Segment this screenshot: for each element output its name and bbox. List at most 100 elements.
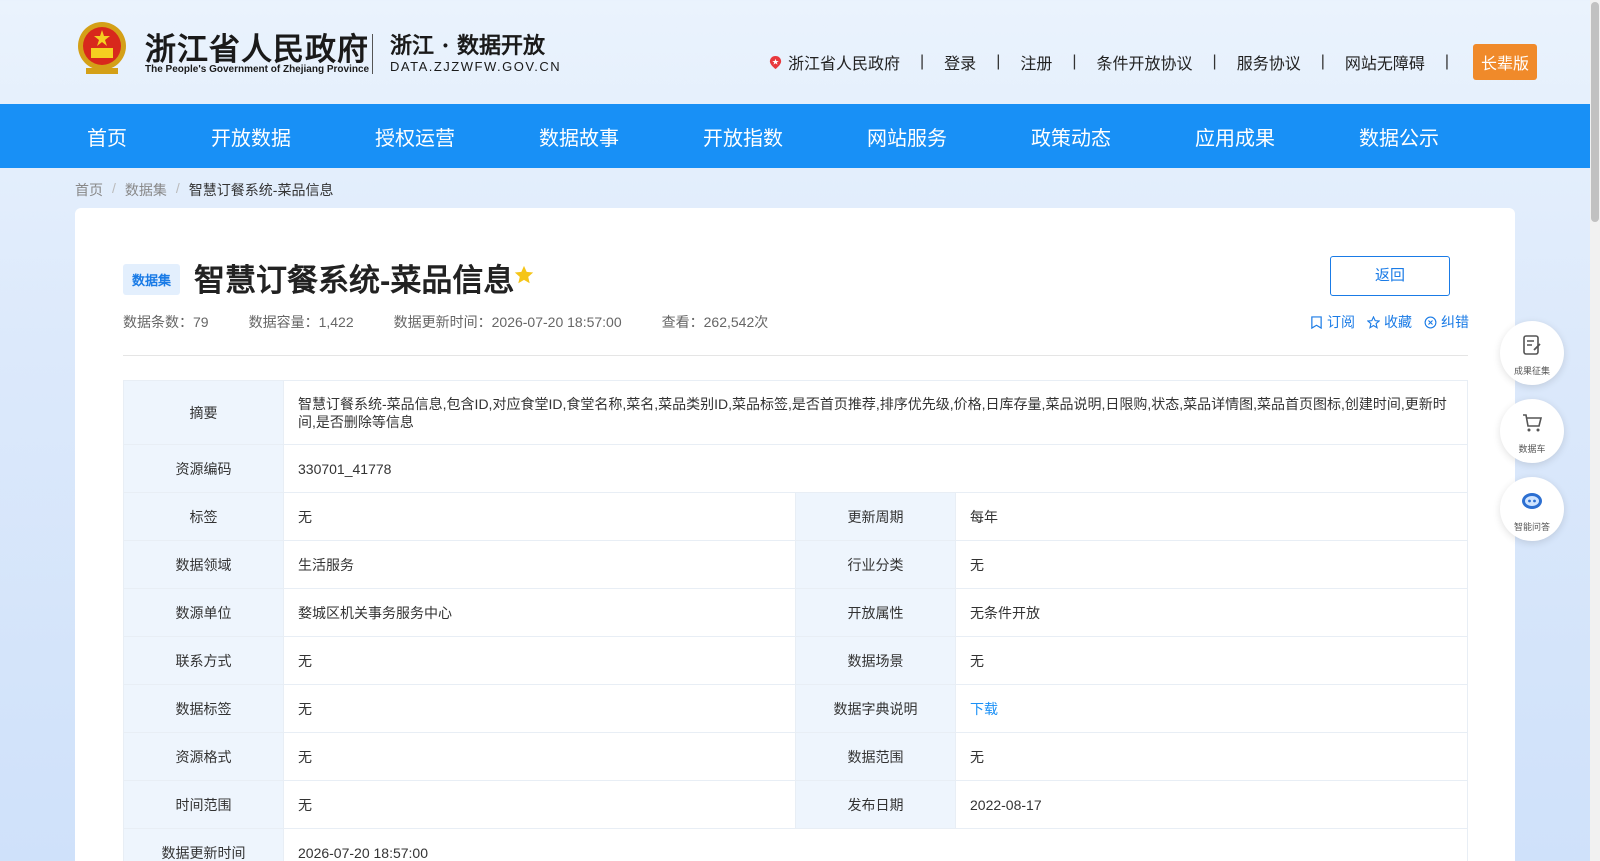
link-separator: |: [1212, 53, 1217, 70]
data-cart-button[interactable]: 数据车: [1500, 399, 1564, 463]
nav-open-index[interactable]: 开放指数: [703, 122, 783, 151]
summary-value: 智慧订餐系统-菜品信息,包含ID,对应食堂ID,食堂名称,菜名,菜品类别ID,菜…: [283, 380, 1468, 445]
results-collection-button[interactable]: 成果征集: [1500, 321, 1564, 385]
nav-app-results[interactable]: 应用成果: [1195, 122, 1275, 151]
meta-views: 查看：262,542次: [661, 314, 769, 330]
cell-label: 联系方式: [123, 636, 284, 685]
dataset-info-table: 摘要 智慧订餐系统-菜品信息,包含ID,对应食堂ID,食堂名称,菜名,菜品类别I…: [123, 380, 1468, 861]
table-row: 数据领域 生活服务 行业分类 无: [123, 540, 1468, 589]
correct-icon: [1424, 316, 1437, 328]
favorite-star-icon: [1367, 315, 1380, 329]
page-title: 智慧订餐系统-菜品信息: [194, 263, 515, 298]
nav-authorized-operation[interactable]: 授权运营: [375, 122, 455, 151]
subscribe-button[interactable]: 订阅: [1310, 312, 1355, 332]
dictionary-download-link[interactable]: 下载: [970, 701, 998, 717]
table-row: 资源编码 330701_41778: [123, 444, 1468, 493]
cell-value: 无: [955, 540, 1468, 589]
breadcrumb: 首页 / 数据集 / 智慧订餐系统-菜品信息: [75, 180, 333, 200]
link-gov[interactable]: 浙江省人民政府: [788, 50, 900, 74]
nav-open-data[interactable]: 开放数据: [211, 122, 291, 151]
link-conditional-agreement[interactable]: 条件开放协议: [1097, 50, 1193, 74]
cell-value: 生活服务: [283, 540, 796, 589]
table-row: 数源单位 婺城区机关事务服务中心 开放属性 无条件开放: [123, 588, 1468, 637]
nav-data-stories[interactable]: 数据故事: [539, 122, 619, 151]
dictionary-cell: 下载: [955, 684, 1468, 733]
resource-code-value: 330701_41778: [283, 444, 1468, 493]
cell-value: 无: [955, 732, 1468, 781]
side-label: 成果征集: [1513, 366, 1550, 376]
link-accessibility[interactable]: 网站无障碍: [1345, 50, 1425, 74]
correct-button[interactable]: 纠错: [1424, 312, 1469, 332]
correct-label: 纠错: [1441, 314, 1469, 330]
link-service-agreement[interactable]: 服务协议: [1237, 50, 1301, 74]
page-scrollbar[interactable]: [1590, 0, 1600, 861]
main-nav: 首页 开放数据 授权运营 数据故事 开放指数 网站服务 政策动态 应用成果 数据…: [0, 104, 1590, 168]
link-separator: |: [1072, 53, 1077, 70]
cell-value: 每年: [955, 492, 1468, 541]
breadcrumb-separator: /: [112, 180, 116, 196]
cell-value: 无: [283, 492, 796, 541]
nav-home[interactable]: 首页: [87, 122, 127, 151]
elder-mode-button[interactable]: 长辈版: [1473, 44, 1538, 80]
side-label: 智能问答: [1513, 522, 1550, 532]
meta-records: 数据条数：79: [123, 314, 209, 330]
portal-domain: DATA.ZJZWFW.GOV.CN: [390, 59, 562, 74]
nav-data-disclosure[interactable]: 数据公示: [1359, 122, 1439, 151]
subscribe-icon: [1311, 315, 1322, 329]
cell-label: 发布日期: [795, 780, 956, 829]
cell-value: 婺城区机关事务服务中心: [283, 588, 796, 637]
table-row: 联系方式 无 数据场景 无: [123, 636, 1468, 685]
cell-value: 2026-07-20 18:57:00: [283, 828, 1468, 861]
link-separator: |: [920, 53, 925, 70]
link-login[interactable]: 登录: [944, 50, 976, 74]
cell-label: 数据标签: [123, 684, 284, 733]
cell-label: 开放属性: [795, 588, 956, 637]
meta-updated: 数据更新时间：2026-07-20 18:57:00: [393, 314, 622, 330]
nav-site-services[interactable]: 网站服务: [867, 122, 947, 151]
table-row: 数据更新时间 2026-07-20 18:57:00: [123, 828, 1468, 861]
cell-label: 标签: [123, 492, 284, 541]
scrollbar-thumb[interactable]: [1591, 2, 1599, 222]
dataset-actions: 订阅 收藏 纠错: [1310, 312, 1481, 332]
table-row: 时间范围 无 发布日期 2022-08-17: [123, 780, 1468, 829]
portal-title: 浙江 · 数据开放: [390, 33, 545, 59]
breadcrumb-datasets[interactable]: 数据集: [125, 180, 167, 200]
breadcrumb-current: 智慧订餐系统-菜品信息: [188, 182, 334, 198]
robot-assistant-icon: [1522, 493, 1542, 509]
cell-label: 更新周期: [795, 492, 956, 541]
link-separator: |: [1320, 53, 1325, 70]
link-register[interactable]: 注册: [1020, 50, 1052, 74]
site-header: 浙江省人民政府 The People's Government of Zheji…: [0, 0, 1590, 104]
favorite-button[interactable]: 收藏: [1367, 312, 1412, 332]
cart-icon: [1523, 414, 1543, 432]
cell-value: 无: [283, 780, 796, 829]
table-row: 摘要 智慧订餐系统-菜品信息,包含ID,对应食堂ID,食堂名称,菜名,菜品类别I…: [123, 380, 1468, 445]
divider: [123, 355, 1468, 356]
national-emblem-icon: [78, 22, 126, 74]
cell-value: 无: [955, 636, 1468, 685]
cell-value: 2022-08-17: [955, 780, 1468, 829]
gov-subtitle: The People's Government of Zhejiang Prov…: [145, 64, 370, 75]
breadcrumb-home[interactable]: 首页: [75, 180, 103, 200]
logo-divider: [372, 34, 373, 74]
favorite-label: 收藏: [1384, 314, 1412, 330]
gov-title: 浙江省人民政府: [145, 32, 369, 68]
cell-label: 数据领域: [123, 540, 284, 589]
cell-label: 数据场景: [795, 636, 956, 685]
table-row: 资源格式 无 数据范围 无: [123, 732, 1468, 781]
table-row: 数据标签 无 数据字典说明 下载: [123, 684, 1468, 733]
cell-value: 无: [283, 684, 796, 733]
dataset-meta: 数据条数：79 数据容量：1,422 数据更新时间：2026-07-20 18:…: [123, 312, 808, 332]
summary-label: 摘要: [123, 380, 284, 445]
nav-policy-news[interactable]: 政策动态: [1031, 122, 1111, 151]
breadcrumb-separator: /: [175, 180, 180, 196]
cell-value: 无: [283, 636, 796, 685]
top-links: 浙江省人民政府 | 登录 | 注册 | 条件开放协议 | 服务协议 | 网站无障…: [768, 44, 1538, 80]
table-row: 标签 无 更新周期 每年: [123, 492, 1468, 541]
side-label: 数据车: [1518, 444, 1546, 454]
cell-label: 数据更新时间: [123, 828, 284, 861]
back-button[interactable]: 返回: [1330, 256, 1450, 296]
cell-label: 数据范围: [795, 732, 956, 781]
subscribe-label: 订阅: [1327, 314, 1355, 330]
smart-qa-button[interactable]: 智能问答: [1500, 477, 1564, 541]
